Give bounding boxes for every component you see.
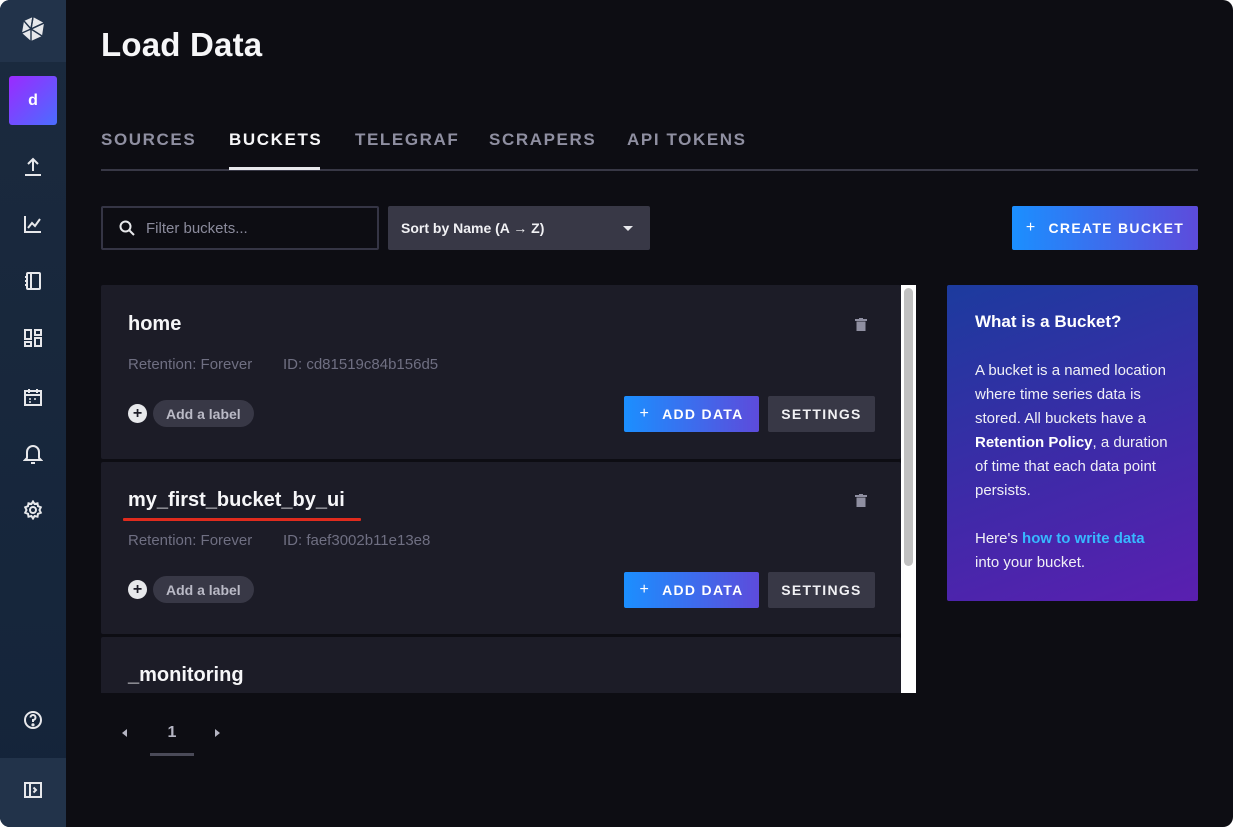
logo-slot[interactable] — [0, 0, 66, 62]
bucket-list: home Retention: Forever ID: cd81519c84b1… — [101, 285, 901, 693]
info-paragraph: Here's how to write data into your bucke… — [975, 527, 1170, 575]
plus-icon: + — [639, 581, 651, 598]
bucket-info-panel: What is a Bucket? A bucket is a named lo… — [947, 285, 1198, 601]
help-icon[interactable] — [21, 708, 45, 732]
filter-buckets-input[interactable] — [146, 219, 366, 237]
collapse-sidebar-button[interactable] — [0, 758, 66, 827]
prev-page-icon[interactable] — [122, 729, 127, 737]
avatar-letter: d — [28, 91, 38, 109]
plus-icon: + — [639, 405, 651, 422]
add-data-label: ADD DATA — [662, 582, 744, 598]
bell-icon[interactable] — [21, 442, 45, 466]
trash-icon[interactable] — [855, 494, 867, 507]
info-text: A bucket is a named location where time … — [975, 362, 1166, 427]
info-text: Here's — [975, 530, 1023, 547]
create-bucket-label: CREATE BUCKET — [1048, 220, 1185, 236]
bucket-card: home Retention: Forever ID: cd81519c84b1… — [101, 285, 901, 459]
bucket-id: ID: cd81519c84b156d5 — [283, 356, 439, 373]
app-window: d Load Data SOURCES BUCKETS TELEGRAF SCR… — [0, 0, 1233, 827]
org-avatar[interactable]: d — [9, 76, 57, 125]
page-number[interactable]: 1 — [150, 724, 194, 742]
add-label-button[interactable]: Add a label — [153, 576, 254, 603]
plus-icon: + — [1025, 219, 1037, 236]
scrollbar-thumb[interactable] — [904, 288, 913, 566]
bucket-meta: Retention: Forever ID: cd81519c84b156d5 — [128, 356, 438, 373]
info-title: What is a Bucket? — [975, 312, 1122, 331]
bucket-card: my_first_bucket_by_ui Retention: Forever… — [101, 462, 901, 634]
tab-sources[interactable]: SOURCES — [101, 130, 196, 150]
add-label-button[interactable]: Add a label — [153, 400, 254, 427]
gear-icon[interactable] — [21, 498, 45, 522]
search-icon — [118, 219, 136, 237]
add-data-button[interactable]: + ADD DATA — [624, 572, 759, 608]
bucket-retention: Retention: Forever — [128, 532, 253, 549]
settings-button[interactable]: SETTINGS — [768, 396, 875, 432]
bucket-card: _monitoring — [101, 637, 901, 693]
write-data-link[interactable]: how to write data — [1022, 530, 1145, 547]
bucket-id: ID: faef3002b11e13e8 — [283, 532, 431, 549]
current-page-indicator — [150, 753, 194, 756]
page-title: Load Data — [101, 26, 263, 63]
trash-icon[interactable] — [855, 318, 867, 331]
tab-buckets[interactable]: BUCKETS — [229, 130, 322, 150]
bucket-name[interactable]: my_first_bucket_by_ui — [128, 489, 345, 512]
notebook-icon[interactable] — [21, 269, 45, 293]
add-data-button[interactable]: + ADD DATA — [624, 396, 759, 432]
info-paragraph: A bucket is a named location where time … — [975, 359, 1170, 503]
add-label-icon[interactable]: + — [128, 404, 147, 423]
active-tab-indicator — [229, 167, 320, 170]
next-page-icon[interactable] — [215, 729, 220, 737]
info-bold-text: Retention Policy — [975, 434, 1093, 451]
bucket-meta: Retention: Forever ID: faef3002b11e13e8 — [128, 532, 430, 549]
tab-telegraf[interactable]: TELEGRAF — [355, 130, 459, 150]
create-bucket-button[interactable]: + CREATE BUCKET — [1012, 206, 1198, 250]
upload-icon[interactable] — [21, 155, 45, 179]
sort-dropdown[interactable]: Sort by Name (A → Z) — [388, 206, 650, 250]
bucket-name[interactable]: home — [128, 313, 181, 336]
tab-bar: SOURCES BUCKETS TELEGRAF SCRAPERS API TO… — [101, 128, 1198, 171]
filter-buckets-field[interactable] — [101, 206, 379, 250]
settings-button[interactable]: SETTINGS — [768, 572, 875, 608]
graph-icon[interactable] — [21, 212, 45, 236]
add-data-label: ADD DATA — [662, 406, 744, 422]
caret-down-icon — [623, 226, 633, 231]
tab-scrapers[interactable]: SCRAPERS — [489, 130, 596, 150]
bucket-retention: Retention: Forever — [128, 356, 253, 373]
calendar-icon[interactable] — [21, 385, 45, 409]
tab-api-tokens[interactable]: API TOKENS — [627, 130, 747, 150]
sort-dropdown-label: Sort by Name (A → Z) — [401, 220, 545, 236]
sidebar: d — [0, 0, 66, 827]
info-text: into your bucket. — [975, 554, 1086, 571]
bucket-name[interactable]: _monitoring — [128, 664, 244, 687]
name-highlight-underline — [123, 518, 361, 521]
add-label-icon[interactable]: + — [128, 580, 147, 599]
influx-logo-icon — [20, 16, 46, 47]
collapse-icon — [24, 781, 42, 804]
dashboards-icon[interactable] — [21, 326, 45, 350]
